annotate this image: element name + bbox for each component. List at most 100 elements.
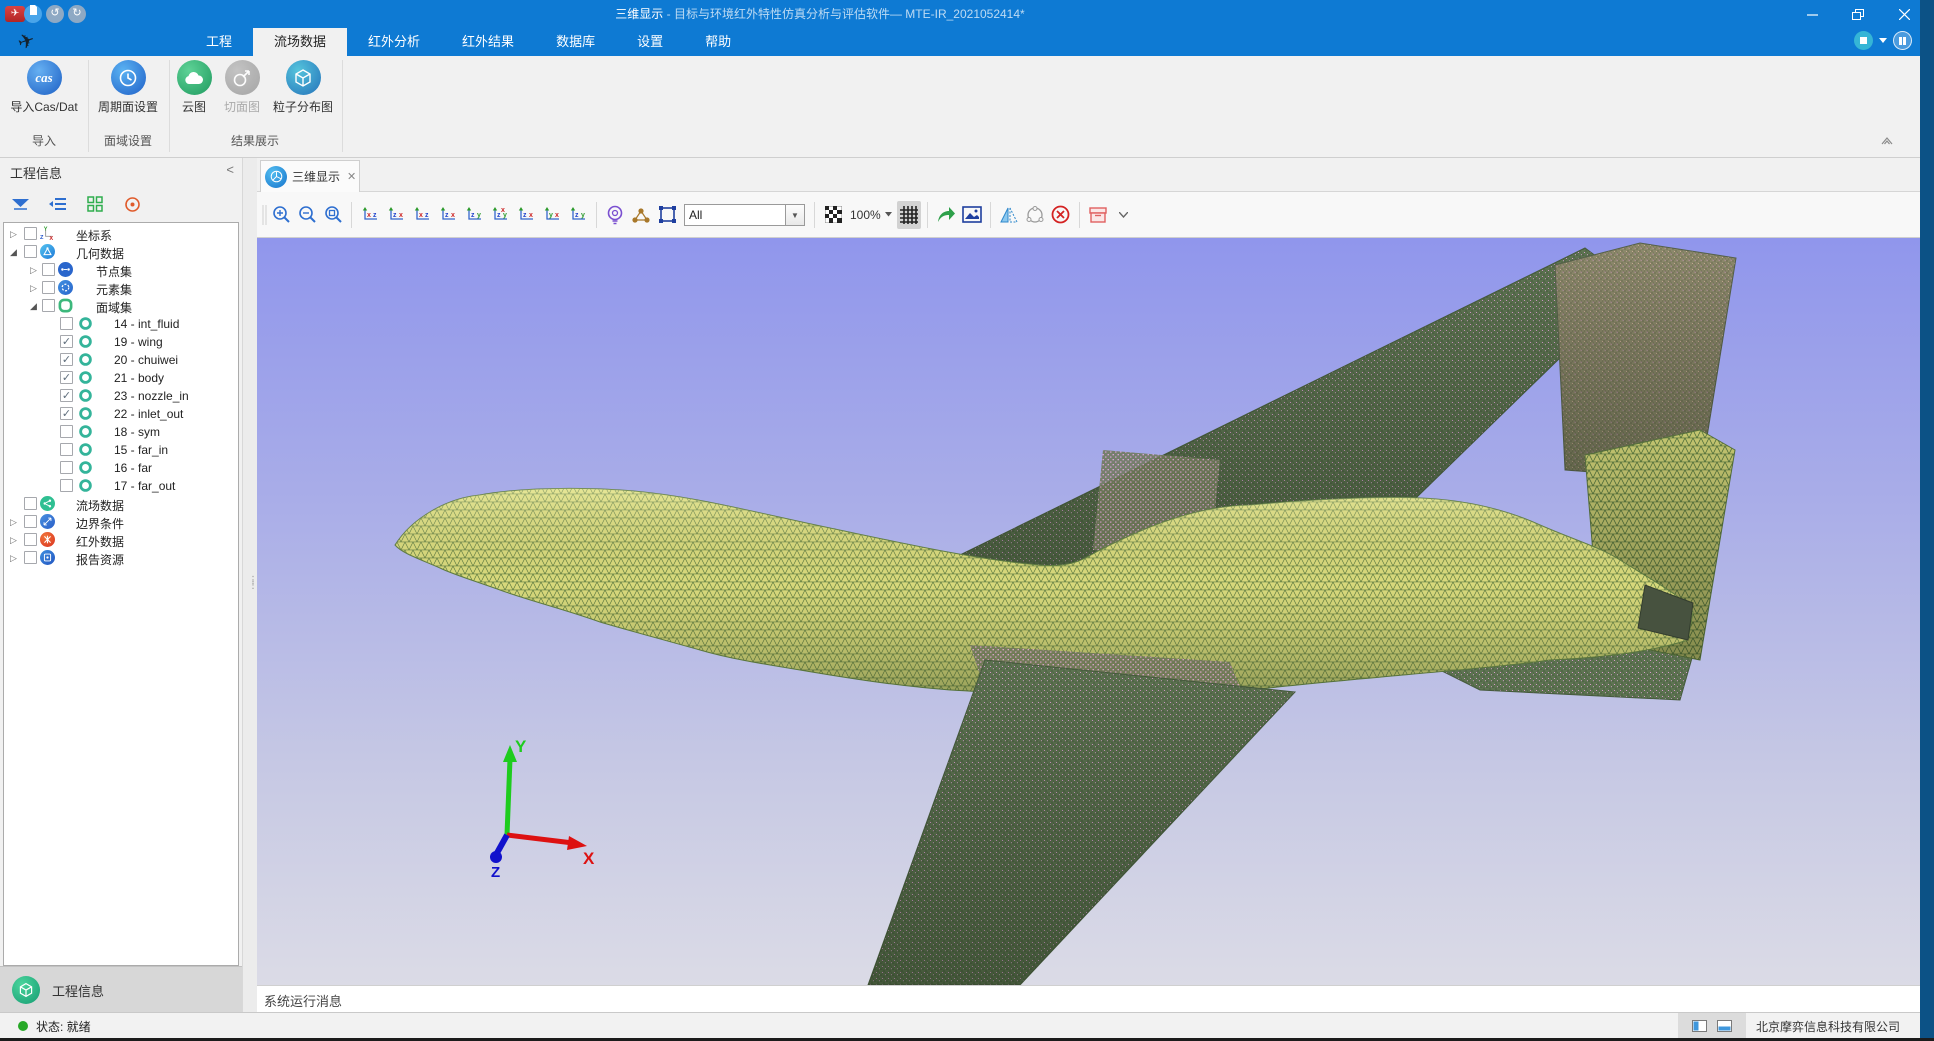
tree-checkbox[interactable] [60, 461, 73, 474]
media-style-button[interactable] [1854, 31, 1873, 50]
tree-checkbox[interactable] [24, 245, 37, 258]
view-orientation-button-6[interactable]: zyx [488, 201, 512, 229]
zoom-out-button[interactable] [295, 201, 319, 229]
mirror-button[interactable] [997, 201, 1021, 229]
app-menu-button[interactable]: ✈ [5, 6, 25, 22]
panel-splitter[interactable]: ⋮⋮ [242, 158, 257, 1012]
help-book-button[interactable] [1893, 31, 1912, 50]
collapse-toggle-icon[interactable]: ◢ [30, 299, 37, 313]
chevron-down-icon[interactable] [1879, 38, 1887, 44]
export-share-button[interactable] [934, 201, 958, 229]
layout-bottom-panel-icon[interactable] [1717, 1020, 1732, 1032]
tree-checkbox-checked[interactable]: ✓ [60, 353, 73, 366]
tree-row-15[interactable]: 流场数据 [4, 495, 238, 513]
tree-checkbox[interactable] [24, 515, 37, 528]
tree-row-8[interactable]: ✓21 - body [4, 369, 238, 387]
tree-row-17[interactable]: ▷红外数据 [4, 531, 238, 549]
expand-toggle-icon[interactable]: ▷ [10, 533, 17, 547]
ribbon-button-4[interactable]: 粒子分布图 [257, 58, 349, 115]
tree-row-12[interactable]: 15 - far_in [4, 441, 238, 459]
snapshot-button[interactable] [960, 201, 984, 229]
expand-toggle-icon[interactable]: ▷ [10, 515, 17, 529]
expand-toggle-icon[interactable]: ▷ [30, 281, 37, 295]
tab-close-icon[interactable]: ✕ [347, 170, 356, 183]
grid-view-button[interactable] [84, 193, 106, 215]
tree-row-14[interactable]: 17 - far_out [4, 477, 238, 495]
tree-checkbox-checked[interactable]: ✓ [60, 335, 73, 348]
tree-checkbox[interactable] [60, 443, 73, 456]
menu-tab-0[interactable]: 工程 [185, 28, 253, 56]
tree-checkbox[interactable] [42, 281, 55, 294]
new-document-button[interactable] [24, 5, 42, 23]
panel-collapse-button[interactable]: < [226, 162, 234, 177]
zoom-fit-button[interactable] [321, 201, 345, 229]
redo-button[interactable]: ↻ [68, 5, 86, 23]
menu-tab-4[interactable]: 数据库 [535, 28, 616, 56]
view-orientation-button-4[interactable]: zx [436, 201, 460, 229]
menu-tab-5[interactable]: 设置 [616, 28, 684, 56]
tree-checkbox[interactable] [24, 497, 37, 510]
tree-row-9[interactable]: ✓23 - nozzle_in [4, 387, 238, 405]
display-filter-select[interactable]: All [684, 204, 786, 226]
transparency-button[interactable] [821, 201, 845, 229]
tree-checkbox-checked[interactable]: ✓ [60, 407, 73, 420]
view-orientation-button-1[interactable]: xz [358, 201, 382, 229]
expand-toggle-icon[interactable]: ▷ [10, 551, 17, 565]
view-orientation-button-5[interactable]: zy [462, 201, 486, 229]
menu-tab-6[interactable]: 帮助 [684, 28, 752, 56]
tree-row-3[interactable]: ▷元素集 [4, 279, 238, 297]
view-orientation-button-3[interactable]: xz [410, 201, 434, 229]
tree-row-13[interactable]: 16 - far [4, 459, 238, 477]
filter-button[interactable] [10, 193, 32, 215]
tree-row-18[interactable]: ▷报告资源 [4, 549, 238, 567]
tree-row-7[interactable]: ✓20 - chuiwei [4, 351, 238, 369]
expand-toggle-icon[interactable]: ▷ [10, 227, 17, 241]
minimize-button[interactable] [1790, 0, 1834, 28]
display-filter-dropdown-button[interactable]: ▼ [786, 204, 805, 226]
layout-left-panel-icon[interactable] [1692, 1020, 1707, 1032]
maximize-button[interactable] [1836, 0, 1880, 28]
clear-view-button[interactable] [1049, 201, 1073, 229]
probe-button[interactable] [603, 201, 627, 229]
tree-checkbox-checked[interactable]: ✓ [60, 389, 73, 402]
menu-tab-1[interactable]: 流场数据 [253, 28, 347, 56]
toolbar-drag-handle[interactable] [262, 205, 268, 225]
tree-row-2[interactable]: ▷节点集 [4, 261, 238, 279]
tree-checkbox-checked[interactable]: ✓ [60, 371, 73, 384]
tree-row-0[interactable]: ▷YZX坐标系 [4, 225, 238, 243]
undo-button[interactable]: ↺ [46, 5, 64, 23]
tree-checkbox[interactable] [60, 317, 73, 330]
selection-box-button[interactable] [655, 201, 679, 229]
tree-row-5[interactable]: 14 - int_fluid [4, 315, 238, 333]
view-orientation-button-7[interactable]: zx [514, 201, 538, 229]
tree-row-4[interactable]: ◢面域集 [4, 297, 238, 315]
locate-target-button[interactable] [121, 193, 143, 215]
grid-toggle-button-active[interactable] [897, 201, 921, 229]
tree-row-11[interactable]: 18 - sym [4, 423, 238, 441]
tree-row-16[interactable]: ▷边界条件 [4, 513, 238, 531]
tree-row-6[interactable]: ✓19 - wing [4, 333, 238, 351]
menu-tab-3[interactable]: 红外结果 [441, 28, 535, 56]
tree-row-10[interactable]: ✓22 - inlet_out [4, 405, 238, 423]
menu-tab-2[interactable]: 红外分析 [347, 28, 441, 56]
view-orientation-button-2[interactable]: zx [384, 201, 408, 229]
tab-3d-display[interactable]: 三维显示 ✕ [260, 160, 360, 192]
ribbon-button-0[interactable]: cas导入Cas/Dat [0, 58, 90, 115]
smooth-mesh-button[interactable] [1023, 201, 1047, 229]
collapse-toggle-icon[interactable]: ◢ [10, 245, 17, 259]
tree-checkbox[interactable] [60, 425, 73, 438]
outline-list-button[interactable] [47, 193, 69, 215]
more-options-button[interactable] [1112, 201, 1136, 229]
view-orientation-button-8[interactable]: yx [540, 201, 564, 229]
tree-checkbox[interactable] [24, 551, 37, 564]
collapse-ribbon-button[interactable] [1878, 134, 1900, 152]
tree-checkbox[interactable] [42, 299, 55, 312]
tree-checkbox[interactable] [24, 227, 37, 240]
viewport-3d[interactable]: Y X Z [257, 238, 1920, 985]
tree-checkbox[interactable] [42, 263, 55, 276]
tree-row-1[interactable]: ◢几何数据 [4, 243, 238, 261]
panel-bottom-bar[interactable]: 工程信息 [0, 966, 242, 1012]
tree-checkbox[interactable] [24, 533, 37, 546]
archive-box-button[interactable] [1086, 201, 1110, 229]
view-orientation-button-9[interactable]: zy [566, 201, 590, 229]
